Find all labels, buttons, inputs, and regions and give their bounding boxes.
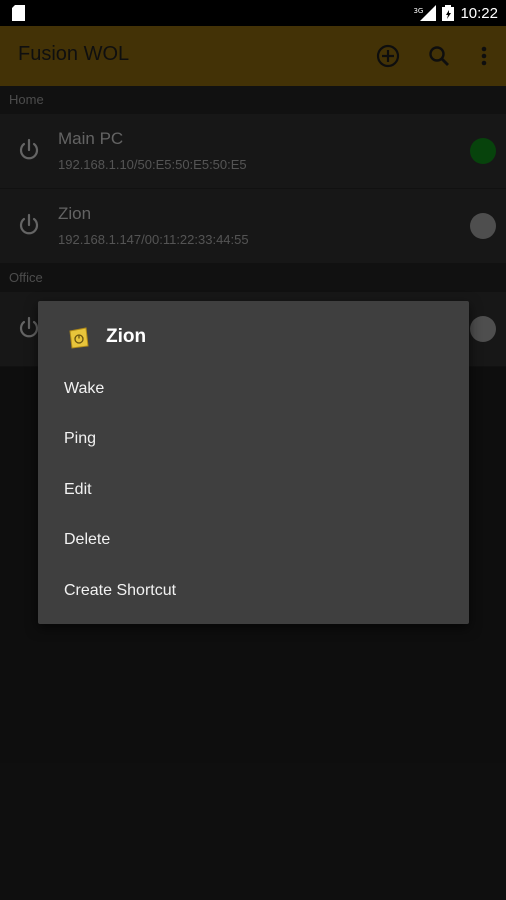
menu-item-edit[interactable]: Edit (38, 465, 469, 515)
menu-item-label: Create Shortcut (64, 582, 177, 599)
menu-item-label: Edit (64, 481, 92, 498)
context-menu-header: Zion (38, 301, 469, 371)
battery-icon (442, 5, 455, 21)
menu-item-create-shortcut[interactable]: Create Shortcut (38, 566, 469, 616)
menu-item-label: Delete (64, 531, 111, 548)
menu-item-label: Wake (64, 380, 105, 397)
status-bar: 3G 10:22 (0, 0, 506, 26)
app-logo-icon (69, 327, 89, 349)
menu-item-label: Ping (64, 430, 97, 447)
signal-icon: 3G (413, 5, 437, 21)
menu-item-delete[interactable]: Delete (38, 515, 469, 565)
network-type-label: 3G (413, 7, 424, 15)
clock-time: 10:22 (460, 4, 498, 22)
context-menu-dialog: Zion Wake Ping Edit Delete Create Shortc… (38, 301, 469, 624)
context-menu-title: Zion (106, 326, 147, 347)
menu-item-ping[interactable]: Ping (38, 414, 469, 464)
menu-item-wake[interactable]: Wake (38, 364, 469, 414)
sd-card-icon (12, 5, 25, 21)
